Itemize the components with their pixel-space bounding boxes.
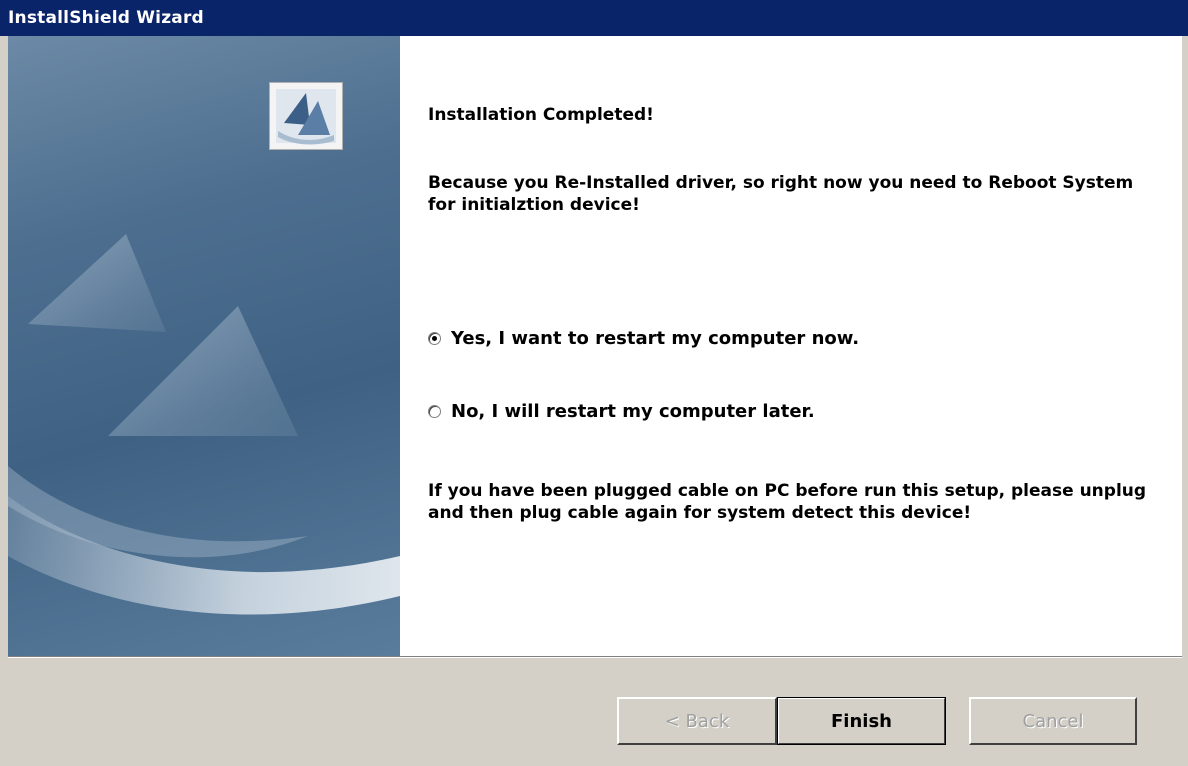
restart-now-label[interactable]: Yes, I want to restart my computer now. [451, 328, 859, 349]
cancel-button[interactable]: Cancel [969, 697, 1137, 745]
finish-button[interactable]: Finish [777, 697, 946, 745]
wizard-banner [8, 36, 400, 656]
installshield-logo-icon [269, 82, 343, 150]
wizard-content: Installation Completed! Because you Re-I… [400, 36, 1182, 656]
restart-now-option[interactable]: Yes, I want to restart my computer now. [428, 326, 859, 350]
radio-checked-icon[interactable] [428, 331, 441, 345]
back-button[interactable]: < Back [617, 697, 777, 745]
cable-instructions: If you have been plugged cable on PC bef… [428, 481, 1147, 523]
window-frame-left [0, 36, 8, 766]
radio-unchecked-icon[interactable] [428, 404, 441, 418]
restart-later-label[interactable]: No, I will restart my computer later. [451, 401, 815, 422]
window-title: InstallShield Wizard [0, 0, 1188, 36]
completion-heading: Installation Completed! [428, 105, 654, 125]
button-area-divider [8, 656, 1182, 658]
restart-later-option[interactable]: No, I will restart my computer later. [428, 399, 815, 423]
window-frame-right [1182, 36, 1188, 766]
reboot-message: Because you Re-Installed driver, so righ… [428, 173, 1134, 215]
